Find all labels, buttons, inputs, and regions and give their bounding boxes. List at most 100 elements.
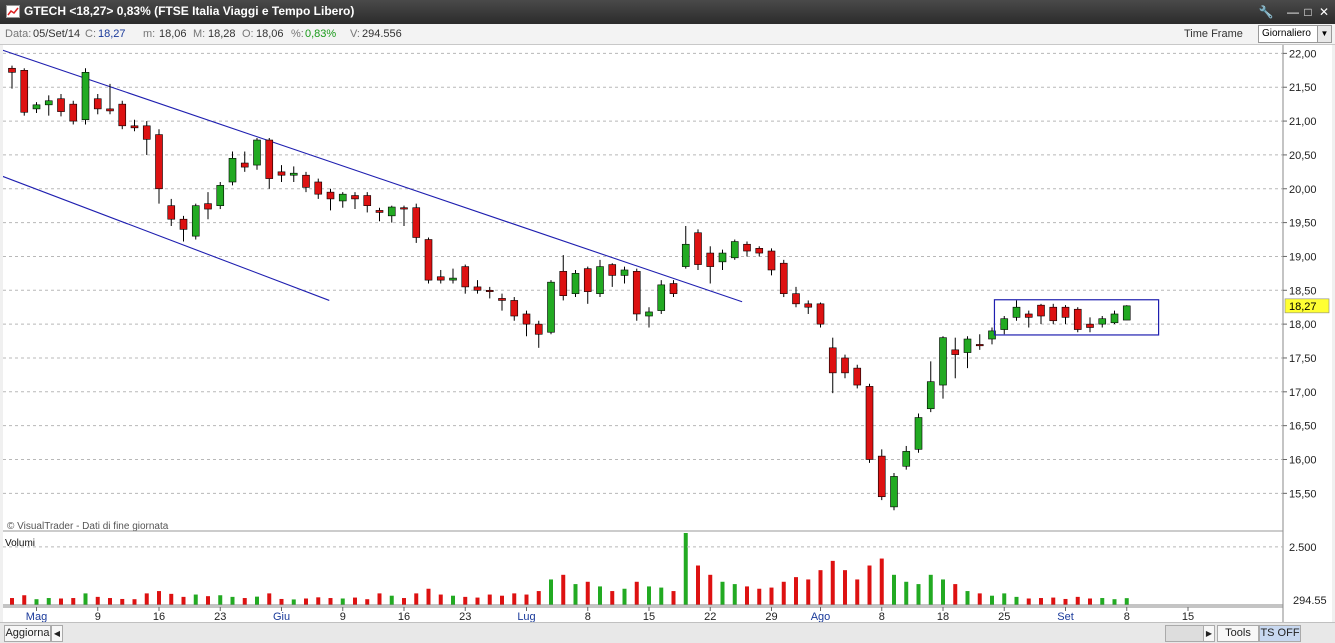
volume-bar: [316, 597, 321, 605]
candle-body: [1012, 306, 1021, 318]
data-label: Data:: [5, 28, 32, 40]
candle: [179, 215, 188, 242]
volume-bar: [414, 593, 419, 605]
volume-bar: [867, 565, 872, 605]
volume-bar: [10, 598, 14, 605]
date-tick-label: 8: [1124, 611, 1130, 622]
volume-bars: [10, 533, 1129, 605]
candle-body: [571, 273, 580, 294]
volume-bar: [132, 599, 137, 605]
scroll-right-icon[interactable]: ▶: [1203, 625, 1215, 642]
volume-bar: [22, 595, 27, 605]
candle-body: [412, 207, 421, 238]
candle-body: [253, 139, 261, 166]
candle-body: [620, 269, 629, 276]
time-frame-select[interactable]: Giornaliero ▼: [1258, 25, 1332, 43]
close-icon[interactable]: ✕: [1316, 4, 1332, 20]
candle: [240, 151, 249, 172]
candle: [559, 255, 568, 301]
volume-bar: [108, 598, 112, 605]
candle-body: [130, 125, 139, 129]
trendlines: [0, 48, 743, 303]
candle-body: [216, 185, 225, 206]
candle: [1122, 305, 1131, 321]
grid-lines: [3, 52, 1283, 494]
last-price-label: 18,27: [1289, 301, 1317, 313]
volume-bar: [757, 588, 762, 605]
price-tick-label: 18,50: [1289, 285, 1317, 297]
candlestick-chart[interactable]: 22,00 21,50 21,00 20,50 20,00 19,50 19,00 18,50…: [0, 45, 1332, 623]
candle: [718, 249, 727, 270]
volume-bar: [242, 598, 247, 605]
volume-bar: [144, 593, 149, 605]
candle: [289, 166, 298, 182]
candle: [841, 354, 849, 379]
max-label: M:: [193, 28, 206, 40]
candle: [755, 246, 764, 257]
candle-body: [596, 266, 604, 294]
date-tick-label: Set: [1057, 611, 1074, 622]
volume-bar: [549, 579, 553, 605]
candle-body: [240, 162, 249, 168]
candle: [975, 334, 984, 350]
data-value: 05/Set/14: [33, 28, 81, 40]
open-label: O:: [242, 28, 254, 40]
scroll-left-icon[interactable]: ◀: [51, 625, 63, 642]
chevron-down-icon[interactable]: ▼: [1317, 26, 1331, 42]
tools-button[interactable]: Tools: [1217, 625, 1259, 642]
candle-body: [730, 241, 739, 259]
volume-bar: [1088, 598, 1092, 605]
scrollbar-thumb[interactable]: [1165, 625, 1205, 642]
candle-body: [179, 218, 188, 230]
aggiorna-button[interactable]: Aggiorna: [4, 625, 51, 642]
chart-area[interactable]: 22,00 21,50 21,00 20,50 20,00 19,50 19,00 18,50…: [0, 45, 1332, 623]
candle-body: [718, 252, 727, 263]
candle: [816, 302, 825, 328]
candle: [534, 320, 543, 348]
candle-body: [914, 417, 923, 450]
candle-body: [363, 195, 372, 206]
volume-bar: [426, 588, 431, 605]
candle-body: [816, 303, 825, 325]
candle-body: [951, 349, 960, 355]
candle: [351, 192, 359, 210]
candle: [363, 192, 372, 213]
candle: [461, 264, 470, 294]
candle: [547, 280, 555, 335]
volume-bar: [402, 598, 406, 605]
candle-body: [265, 139, 274, 179]
candle: [485, 286, 494, 299]
volume-bar: [977, 593, 982, 605]
candle-body: [167, 205, 176, 220]
volume-bar: [512, 593, 517, 605]
candle-body: [473, 286, 482, 291]
candle: [730, 239, 739, 260]
candle: [706, 246, 715, 284]
candle-body: [485, 289, 494, 292]
candle: [93, 93, 102, 115]
maximize-icon[interactable]: □: [1300, 4, 1316, 20]
volume-bar: [291, 599, 296, 605]
date-tick-label: 23: [214, 611, 226, 622]
candle: [375, 207, 384, 222]
candle: [1073, 307, 1082, 333]
volume-tick-label: 2.500: [1289, 542, 1317, 554]
volume-bar: [1026, 598, 1031, 605]
volume-bar: [536, 591, 541, 605]
price-tick-label: 17,00: [1289, 387, 1317, 399]
volume-bar: [451, 595, 455, 605]
tools-wrench-icon[interactable]: 🔧: [1258, 4, 1274, 20]
volume-bar: [59, 598, 63, 605]
volume-bar: [438, 594, 443, 605]
candle-body: [498, 298, 506, 301]
candle: [167, 198, 176, 226]
volume-bar: [843, 570, 847, 605]
volume-bar: [696, 565, 700, 605]
ts-off-button[interactable]: TS OFF: [1259, 625, 1301, 642]
min-label: m:: [143, 28, 156, 40]
candle: [522, 310, 531, 337]
volume-value-info: 294.556: [362, 28, 402, 40]
candle-body: [1073, 308, 1082, 330]
volume-bar: [610, 591, 615, 605]
minimize-icon[interactable]: —: [1285, 4, 1301, 20]
